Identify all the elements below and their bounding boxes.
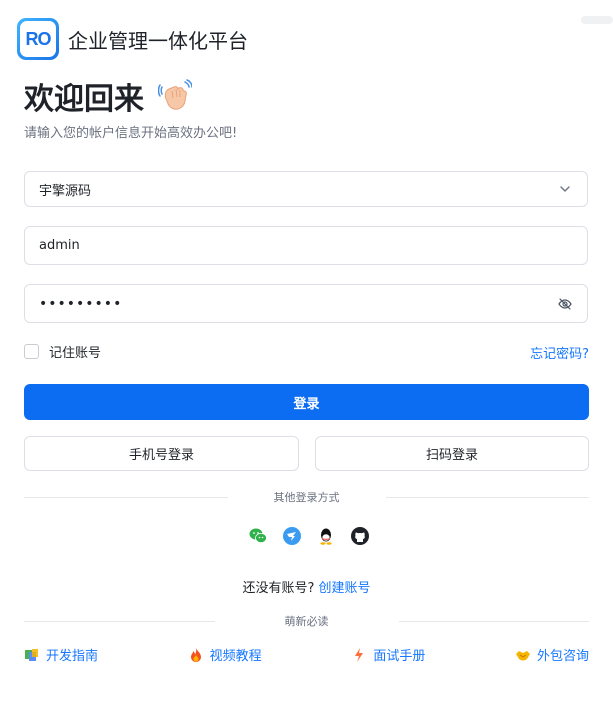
other-login-label: 其他登录方式 [273, 491, 340, 504]
app-title: 企业管理一体化平台 [68, 28, 248, 53]
interview-manual-label: 面试手册 [373, 649, 426, 664]
signup-prompt: 还没有账号? 创建账号 [0, 577, 613, 596]
forgot-password-link[interactable]: 忘记密码? [530, 343, 589, 362]
tenant-select[interactable]: 宇擎源码 [24, 171, 588, 207]
video-tutorial-link[interactable]: 视频教程 [188, 645, 262, 664]
newbie-divider: 萌新必读 [24, 613, 589, 629]
wechat-icon[interactable] [248, 526, 268, 546]
signup-prompt-text: 还没有账号? [242, 581, 315, 596]
phone-login-button[interactable]: 手机号登录 [24, 436, 299, 471]
username-value: admin [39, 238, 80, 253]
app-header: RO 企业管理一体化平台 [17, 18, 248, 60]
outsourcing-consult-label: 外包咨询 [536, 649, 589, 664]
video-tutorial-label: 视频教程 [209, 649, 262, 664]
dev-guide-link[interactable]: 开发指南 [24, 645, 98, 664]
logo-text: RO [20, 21, 56, 57]
dingtalk-icon[interactable] [282, 526, 302, 546]
book-icon [25, 648, 38, 661]
handshake-icon [515, 650, 530, 660]
welcome-heading: 欢迎回来 [24, 82, 144, 117]
other-login-divider: 其他登录方式 [24, 489, 589, 505]
welcome-subtitle: 请输入您的帐户信息开始高效办公吧! [24, 126, 238, 141]
username-input[interactable]: admin [24, 226, 588, 265]
newbie-label: 萌新必读 [284, 615, 329, 628]
tenant-select-value: 宇擎源码 [39, 183, 92, 199]
divider-line [24, 496, 228, 498]
lightning-icon [355, 647, 364, 662]
app-logo: RO [17, 18, 59, 60]
divider-line [24, 620, 215, 622]
newbie-links: 开发指南 视频教程 面试手册 外包咨询 [24, 645, 589, 664]
password-value: ••••••••• [39, 295, 123, 312]
divider-line [385, 496, 589, 498]
chevron-down-icon [560, 186, 570, 192]
interview-manual-link[interactable]: 面试手册 [351, 645, 425, 664]
qq-icon[interactable] [316, 526, 336, 546]
fire-icon [190, 647, 201, 662]
remember-checkbox[interactable] [24, 344, 39, 359]
qr-login-button[interactable]: 扫码登录 [315, 436, 589, 471]
eye-off-icon[interactable] [557, 296, 573, 312]
window-handle [581, 16, 613, 24]
social-login-icons [248, 526, 370, 546]
dev-guide-label: 开发指南 [46, 649, 99, 664]
remember-label: 记住账号 [49, 346, 102, 361]
outsourcing-consult-link[interactable]: 外包咨询 [515, 645, 589, 664]
divider-line [398, 620, 589, 622]
remember-account[interactable]: 记住账号 [24, 342, 101, 361]
waving-hand-icon [158, 79, 192, 110]
create-account-link[interactable]: 创建账号 [318, 581, 370, 596]
password-input[interactable]: ••••••••• [24, 284, 588, 323]
login-button[interactable]: 登录 [24, 384, 589, 420]
welcome-block: 欢迎回来 [24, 74, 192, 118]
github-icon[interactable] [350, 526, 370, 546]
